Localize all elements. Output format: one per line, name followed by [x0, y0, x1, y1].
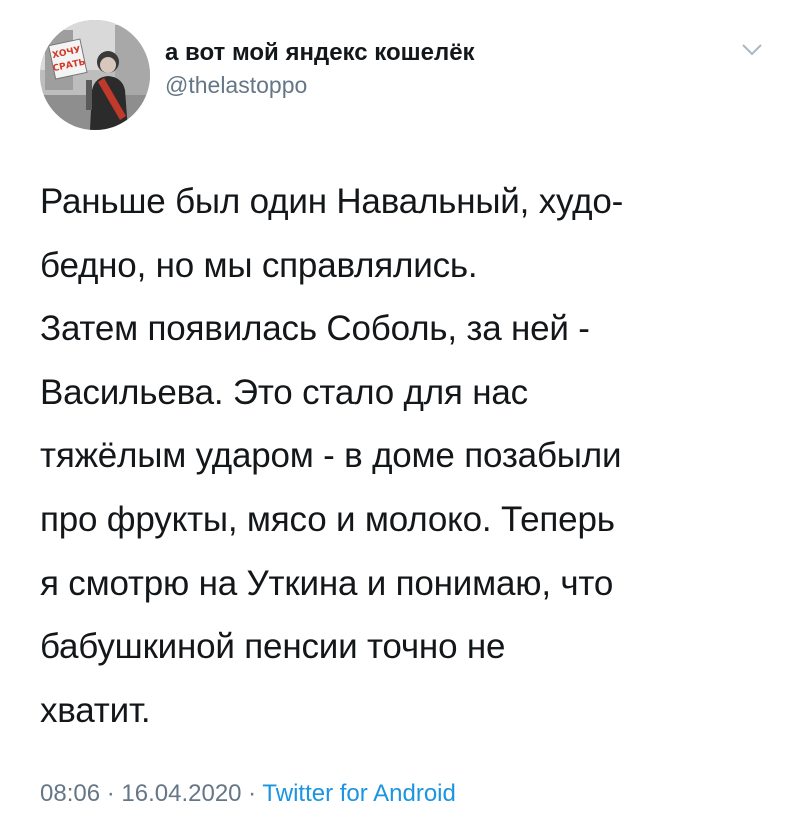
chevron-down-icon[interactable] — [740, 42, 764, 58]
tweet-text: Раньше был один Навальный, худо- бедно, … — [40, 182, 624, 730]
tweet-card: ХОЧУ СРАТЬ а вот мой яндекс кошелёк @the… — [0, 0, 800, 835]
tweet-metadata: 08:06 · 16.04.2020 · Twitter for Android — [40, 778, 456, 810]
display-name[interactable]: а вот мой яндекс кошелёк — [165, 38, 475, 68]
tweet-source-link[interactable]: Twitter for Android — [262, 780, 455, 807]
avatar-photo: ХОЧУ СРАТЬ — [40, 20, 150, 130]
tweet-date[interactable]: 16.04.2020 — [121, 780, 241, 807]
tweet-time[interactable]: 08:06 — [40, 780, 100, 807]
tweet-header: ХОЧУ СРАТЬ а вот мой яндекс кошелёк @the… — [40, 20, 770, 130]
user-handle[interactable]: @thelastoppo — [165, 70, 475, 100]
avatar[interactable]: ХОЧУ СРАТЬ — [40, 20, 150, 130]
user-name-block: а вот мой яндекс кошелёк @thelastoppo — [165, 38, 475, 100]
meta-separator: · — [100, 780, 122, 807]
meta-separator: · — [241, 780, 263, 807]
